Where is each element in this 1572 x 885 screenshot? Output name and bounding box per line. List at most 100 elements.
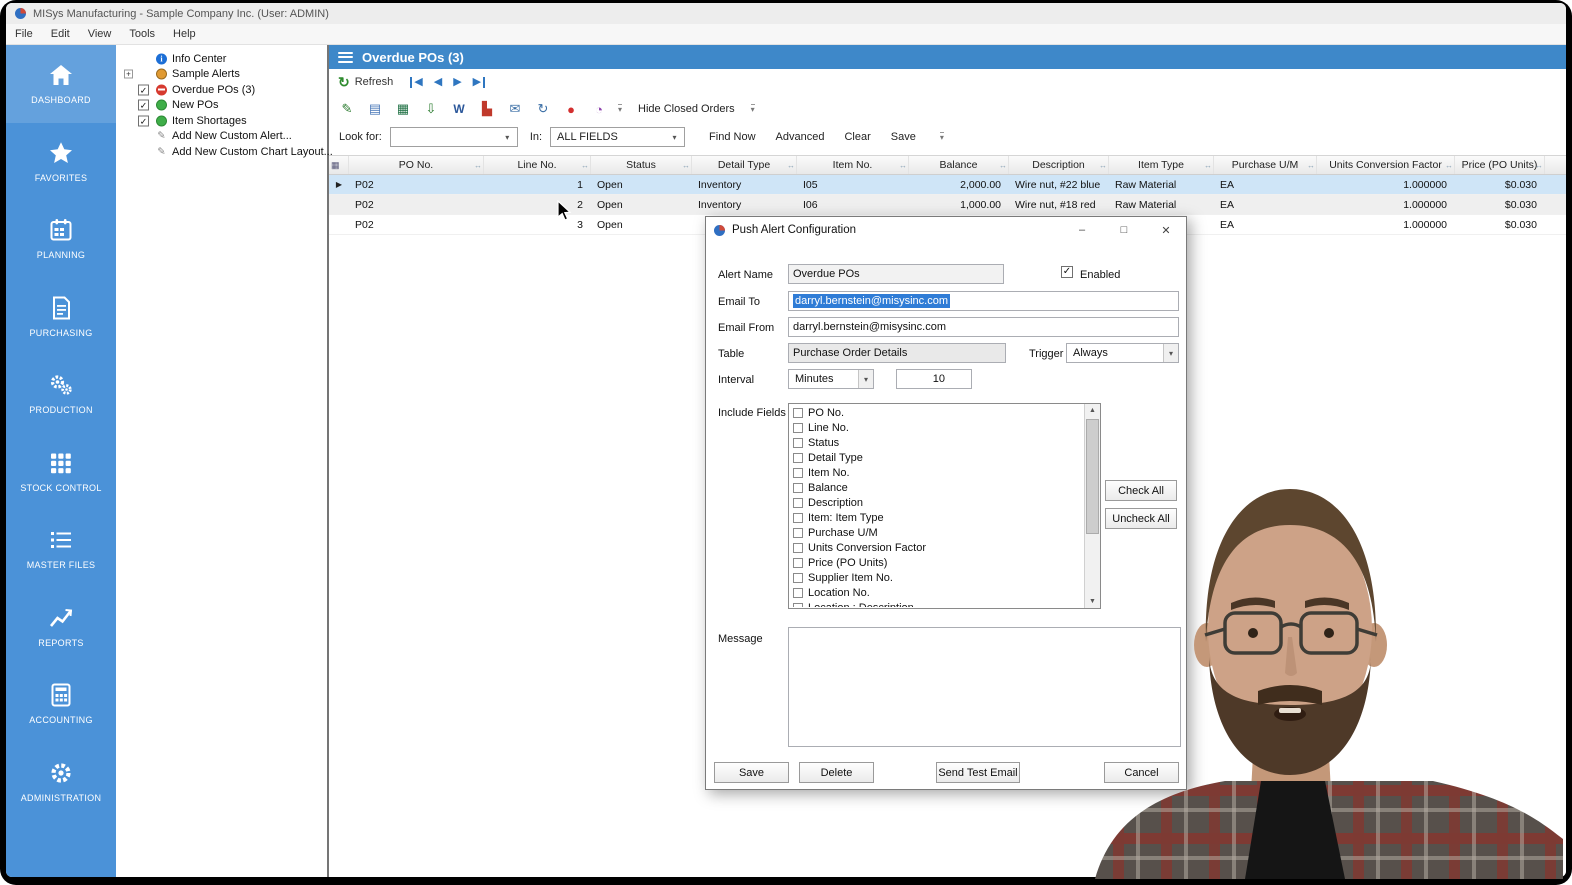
close-button[interactable]: ✕: [1148, 219, 1184, 241]
sidebar-item-administration[interactable]: ADMINISTRATION: [6, 743, 116, 821]
first-record-button[interactable]: ◀: [410, 77, 422, 88]
tree-item[interactable]: ✓Item Shortages: [116, 113, 327, 129]
find-now-button[interactable]: Find Now: [703, 131, 761, 143]
hamburger-menu-icon[interactable]: [338, 52, 353, 63]
column-header[interactable]: Line No.↔: [484, 156, 591, 174]
next-record-button[interactable]: ▶: [453, 77, 461, 88]
field-checkbox[interactable]: [793, 423, 803, 433]
field-checkbox[interactable]: [793, 468, 803, 478]
table-row[interactable]: ▶P021OpenInventoryI052,000.00Wire nut, #…: [329, 175, 1566, 195]
chevron-down-icon[interactable]: ▾: [1163, 344, 1178, 362]
tree-item[interactable]: +Sample Alerts: [116, 67, 327, 83]
menu-tools[interactable]: Tools: [120, 28, 164, 40]
field-checkbox[interactable]: [793, 408, 803, 418]
export-pdf-icon[interactable]: ▙: [478, 100, 496, 118]
toolbar-overflow-icon[interactable]: ▾: [940, 132, 944, 142]
include-field-option[interactable]: Item No.: [790, 465, 1083, 480]
interval-unit-select[interactable]: Minutes▾: [788, 369, 874, 389]
tree-checkbox[interactable]: ✓: [138, 100, 149, 111]
chevron-down-icon[interactable]: ▾: [668, 133, 681, 142]
uncheck-all-button[interactable]: Uncheck All: [1105, 508, 1177, 529]
hide-closed-orders-button[interactable]: Hide Closed Orders: [632, 103, 741, 115]
tree-item[interactable]: Info Center: [116, 51, 327, 67]
last-record-button[interactable]: ▶: [473, 77, 485, 88]
expander-icon[interactable]: +: [124, 70, 133, 79]
include-fields-listbox[interactable]: PO No.Line No.StatusDetail TypeItem No.B…: [788, 403, 1101, 609]
include-field-option[interactable]: Purchase U/M: [790, 525, 1083, 540]
toolbar-overflow-icon[interactable]: ▾: [618, 104, 622, 114]
include-field-option[interactable]: Location : Description: [790, 600, 1083, 607]
field-checkbox[interactable]: [793, 438, 803, 448]
tree-item[interactable]: ✓New POs: [116, 98, 327, 114]
alert-name-input[interactable]: Overdue POs: [788, 264, 1004, 284]
message-textarea[interactable]: [788, 627, 1181, 747]
column-resize-icon[interactable]: ↔: [1307, 161, 1315, 170]
sync-icon[interactable]: ↻: [534, 100, 552, 118]
table-row[interactable]: P022OpenInventoryI061,000.00Wire nut, #1…: [329, 195, 1566, 215]
field-checkbox[interactable]: [793, 588, 803, 598]
include-field-option[interactable]: Description: [790, 495, 1083, 510]
check-all-button[interactable]: Check All: [1105, 480, 1177, 501]
save-button[interactable]: Save: [885, 131, 922, 143]
include-field-option[interactable]: Units Conversion Factor: [790, 540, 1083, 555]
chevron-down-icon[interactable]: ▾: [501, 133, 514, 142]
include-field-option[interactable]: Detail Type: [790, 450, 1083, 465]
sidebar-item-production[interactable]: PRODUCTION: [6, 355, 116, 433]
column-header[interactable]: Status↔: [591, 156, 692, 174]
enabled-checkbox[interactable]: ✓: [1061, 266, 1073, 278]
chevron-down-icon[interactable]: ▾: [858, 370, 873, 388]
sidebar-item-dashboard[interactable]: DASHBOARD: [6, 45, 116, 123]
include-field-option[interactable]: Line No.: [790, 420, 1083, 435]
scroll-down-icon[interactable]: ▼: [1089, 598, 1096, 605]
email-icon[interactable]: ✉: [506, 100, 524, 118]
pie-chart-icon[interactable]: ◔: [590, 100, 608, 118]
column-header[interactable]: Item Type↔: [1109, 156, 1214, 174]
sidebar-item-planning[interactable]: PLANNING: [6, 200, 116, 278]
column-header[interactable]: Item No.↔: [797, 156, 909, 174]
menu-view[interactable]: View: [79, 28, 121, 40]
export-excel-icon[interactable]: ▦: [394, 100, 412, 118]
column-resize-icon[interactable]: ↔: [682, 161, 690, 170]
table-input[interactable]: Purchase Order Details: [788, 343, 1006, 363]
new-note-icon[interactable]: ▤: [366, 100, 384, 118]
field-checkbox[interactable]: [793, 483, 803, 493]
sidebar-item-stock-control[interactable]: STOCK CONTROL: [6, 433, 116, 511]
advanced-button[interactable]: Advanced: [770, 131, 831, 143]
field-checkbox[interactable]: [793, 513, 803, 523]
cancel-button[interactable]: Cancel: [1104, 762, 1179, 783]
field-checkbox[interactable]: [793, 543, 803, 553]
edit-icon[interactable]: ✎: [338, 100, 356, 118]
column-header[interactable]: Purchase U/M↔: [1214, 156, 1317, 174]
record-icon[interactable]: ●: [562, 100, 580, 118]
include-field-option[interactable]: Supplier Item No.: [790, 570, 1083, 585]
column-resize-icon[interactable]: ↔: [1099, 161, 1107, 170]
column-header[interactable]: Balance↔: [909, 156, 1009, 174]
refresh-button[interactable]: Refresh: [355, 76, 394, 88]
column-header[interactable]: Detail Type↔: [692, 156, 797, 174]
field-checkbox[interactable]: [793, 558, 803, 568]
export-file-icon[interactable]: ⇩: [422, 100, 440, 118]
dialog-titlebar[interactable]: Push Alert Configuration – □ ✕: [706, 217, 1186, 243]
include-field-option[interactable]: Status: [790, 435, 1083, 450]
tree-item[interactable]: ✓Overdue POs (3): [116, 82, 327, 98]
column-resize-icon[interactable]: ↔: [1535, 161, 1543, 170]
scroll-up-icon[interactable]: ▲: [1089, 407, 1096, 414]
tree-item[interactable]: Add New Custom Alert...: [116, 129, 327, 145]
tree-item[interactable]: Add New Custom Chart Layout...: [116, 144, 327, 160]
look-for-input[interactable]: ▾: [390, 127, 518, 147]
include-field-option[interactable]: Location No.: [790, 585, 1083, 600]
column-resize-icon[interactable]: ↔: [581, 161, 589, 170]
sidebar-item-accounting[interactable]: ACCOUNTING: [6, 665, 116, 743]
column-header[interactable]: Description↔: [1009, 156, 1109, 174]
menu-file[interactable]: File: [6, 28, 42, 40]
sidebar-item-reports[interactable]: REPORTS: [6, 588, 116, 666]
field-checkbox[interactable]: [793, 528, 803, 538]
export-word-icon[interactable]: W: [450, 100, 468, 118]
menu-help[interactable]: Help: [164, 28, 205, 40]
include-field-option[interactable]: Balance: [790, 480, 1083, 495]
email-from-input[interactable]: darryl.bernstein@misysinc.com: [788, 317, 1179, 337]
save-alert-button[interactable]: Save: [714, 762, 789, 783]
maximize-button[interactable]: □: [1106, 219, 1142, 241]
tree-checkbox[interactable]: ✓: [138, 115, 149, 126]
send-test-email-button[interactable]: Send Test Email: [936, 762, 1020, 783]
